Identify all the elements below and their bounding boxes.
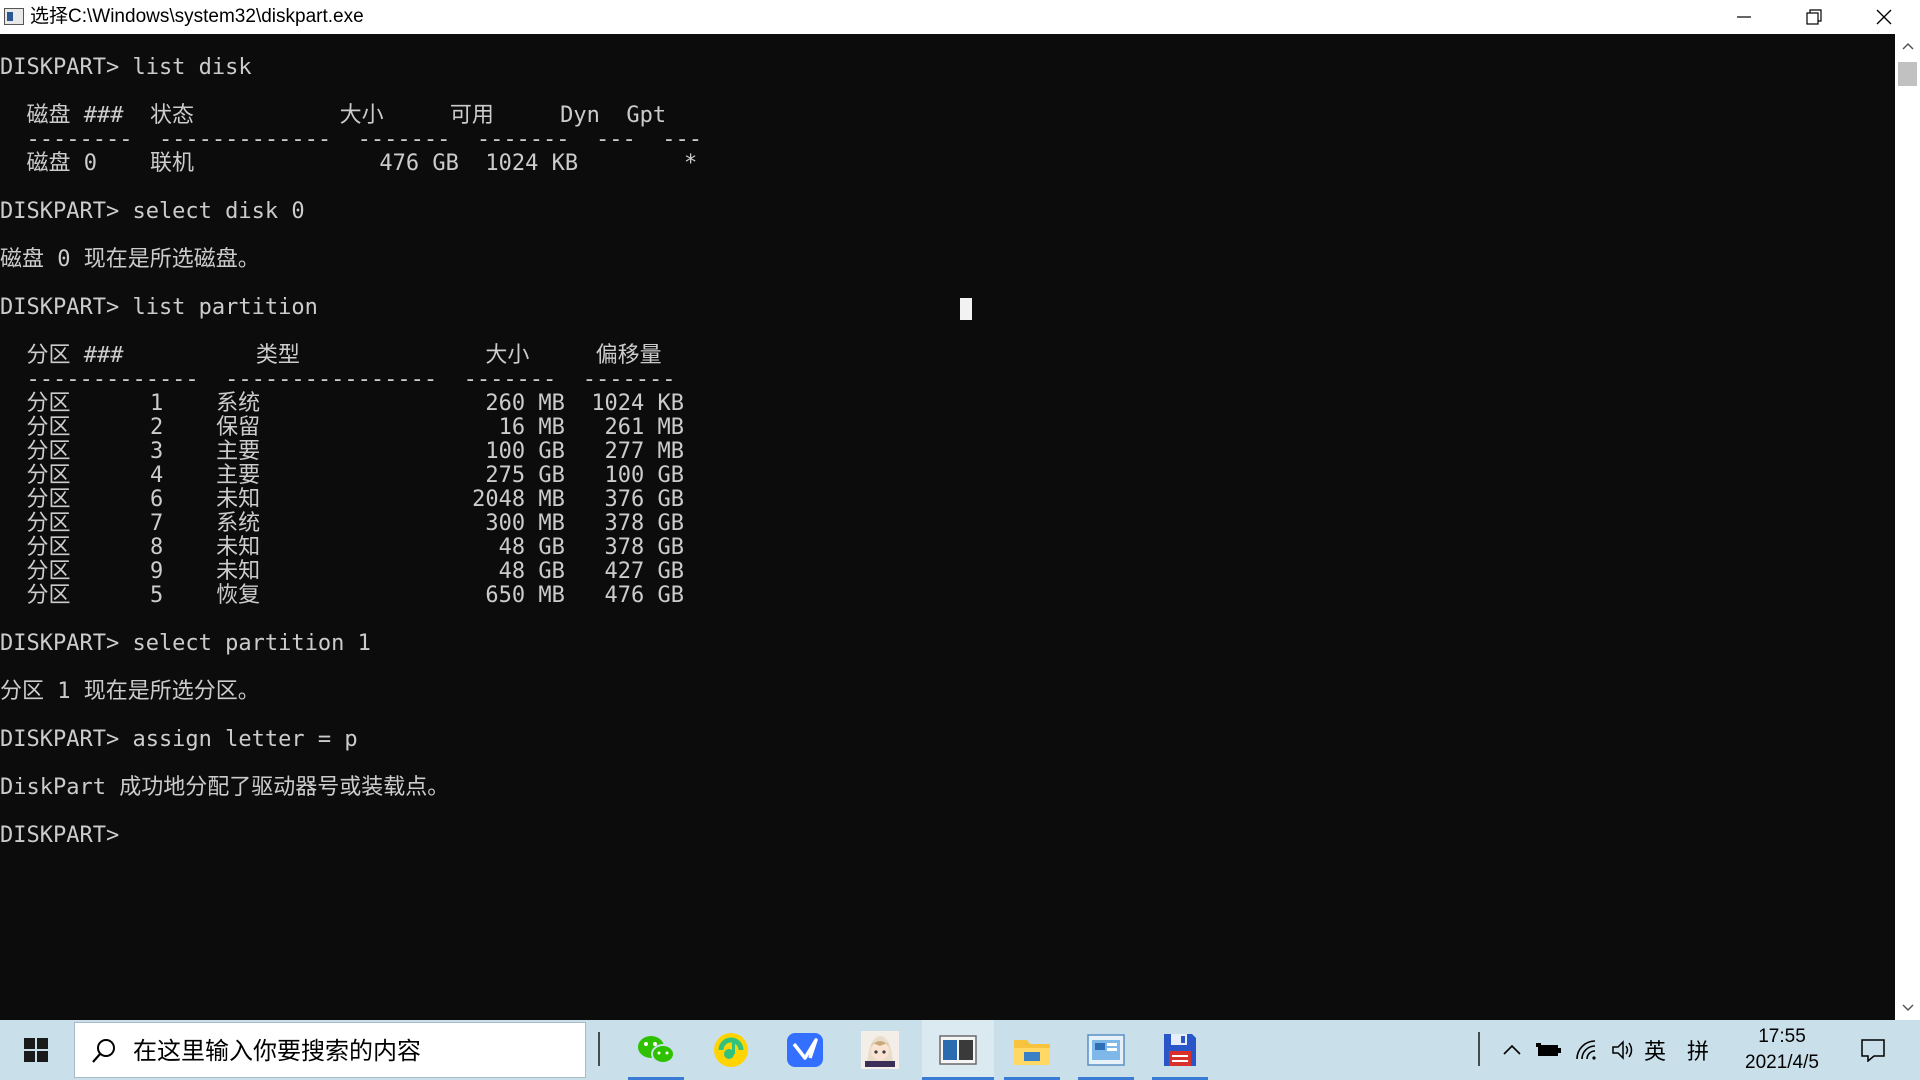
scroll-up-button[interactable] bbox=[1895, 34, 1920, 58]
console-line: 分区 ### 类型 大小 偏移量 bbox=[0, 343, 662, 368]
console-area[interactable]: DISKPART> list disk 磁盘 ### 状态 大小 可用 Dyn … bbox=[0, 34, 1895, 1020]
show-hidden-icons-button[interactable] bbox=[1498, 1020, 1526, 1080]
console-line: DISKPART> list disk bbox=[0, 55, 252, 80]
console-line: 磁盘 0 现在是所选磁盘。 bbox=[0, 247, 260, 272]
chevron-up-icon bbox=[1901, 42, 1914, 50]
close-icon bbox=[1876, 9, 1892, 25]
minimize-button[interactable] bbox=[1710, 0, 1778, 34]
search-icon bbox=[92, 1039, 115, 1063]
console-line: 分区 5 恢复 650 MB 476 GB bbox=[0, 583, 685, 608]
tray-separator bbox=[1478, 1032, 1480, 1066]
search-placeholder: 在这里输入你要搜索的内容 bbox=[133, 1038, 421, 1065]
clock[interactable]: 17:55 2021/4/5 bbox=[1730, 1024, 1834, 1076]
taskbar-app-disk-tool[interactable] bbox=[1148, 1020, 1212, 1080]
console-app-icon[interactable] bbox=[4, 8, 24, 25]
taskbar-app-control-panel[interactable] bbox=[1074, 1020, 1138, 1080]
console-line: 分区 2 保留 16 MB 261 MB bbox=[0, 415, 685, 440]
console-line: 磁盘 0 联机 476 GB 1024 KB * bbox=[0, 151, 698, 176]
console-line: DiskPart 成功地分配了驱动器号或装载点。 bbox=[0, 775, 450, 800]
start-button[interactable] bbox=[0, 1020, 72, 1080]
anime-avatar-icon bbox=[861, 1031, 899, 1069]
clock-time: 17:55 bbox=[1758, 1026, 1806, 1047]
taskbar-app-qq-music[interactable] bbox=[699, 1020, 763, 1080]
console-line: DISKPART> select disk 0 bbox=[0, 199, 305, 224]
console-line: ------------- ---------------- ------- -… bbox=[0, 367, 676, 392]
console-line: -------- ------------- ------- ------- -… bbox=[0, 127, 702, 152]
feishu-icon bbox=[787, 1033, 823, 1067]
file-explorer-icon bbox=[1014, 1040, 1050, 1065]
notification-icon bbox=[1861, 1039, 1885, 1062]
wechat-icon bbox=[638, 1036, 675, 1064]
ime-mode-indicator[interactable]: 拼 bbox=[1683, 1020, 1713, 1080]
title-bar[interactable]: 选择C:\Windows\system32\diskpart.exe bbox=[0, 0, 1920, 34]
chevron-down-icon bbox=[1901, 1004, 1914, 1012]
minimize-icon bbox=[1737, 16, 1751, 18]
vertical-scrollbar[interactable] bbox=[1895, 34, 1920, 1020]
clock-date: 2021/4/5 bbox=[1745, 1052, 1819, 1073]
scroll-down-button[interactable] bbox=[1895, 996, 1920, 1020]
console-line: 分区 1 现在是所选分区。 bbox=[0, 679, 260, 704]
task-view-separator bbox=[598, 1032, 600, 1066]
window-title: 选择C:\Windows\system32\diskpart.exe bbox=[30, 6, 364, 27]
speaker-icon bbox=[1612, 1040, 1633, 1060]
console-line: 分区 9 未知 48 GB 427 GB bbox=[0, 559, 685, 584]
action-center-button[interactable] bbox=[1845, 1020, 1901, 1080]
console-line: 分区 3 主要 100 GB 277 MB bbox=[0, 439, 685, 464]
taskbar: 在这里输入你要搜索的内容 英 拼 17:55 2021/4/5 bbox=[0, 1020, 1920, 1080]
console-line: DISKPART> assign letter = p bbox=[0, 727, 358, 752]
taskbar-app-wechat[interactable] bbox=[624, 1020, 688, 1080]
console-line: DISKPART> select partition 1 bbox=[0, 631, 371, 656]
console-output: DISKPART> list disk 磁盘 ### 状态 大小 可用 Dyn … bbox=[0, 56, 702, 848]
qq-music-icon bbox=[714, 1033, 748, 1067]
console-line: 磁盘 ### 状态 大小 可用 Dyn Gpt bbox=[0, 103, 667, 128]
battery-icon bbox=[1536, 1043, 1561, 1056]
wifi-icon bbox=[1576, 1040, 1596, 1060]
network-status[interactable] bbox=[1570, 1020, 1604, 1080]
console-line: 分区 1 系统 260 MB 1024 KB bbox=[0, 391, 685, 416]
taskbar-app-cmd[interactable] bbox=[922, 1020, 994, 1080]
floppy-disk-icon bbox=[1164, 1034, 1196, 1066]
console-line: 分区 4 主要 275 GB 100 GB bbox=[0, 463, 685, 488]
console-line: 分区 8 未知 48 GB 378 GB bbox=[0, 535, 685, 560]
chevron-up-icon bbox=[1503, 1044, 1521, 1055]
control-panel-icon bbox=[1087, 1034, 1125, 1066]
taskbar-app-file-explorer[interactable] bbox=[1000, 1020, 1064, 1080]
cmd-icon bbox=[939, 1035, 977, 1065]
windows-logo-icon bbox=[24, 1038, 48, 1062]
console-line: 分区 6 未知 2048 MB 376 GB bbox=[0, 487, 685, 512]
scrollbar-thumb[interactable] bbox=[1898, 62, 1917, 86]
volume-control[interactable] bbox=[1606, 1020, 1640, 1080]
restore-button[interactable] bbox=[1780, 0, 1848, 34]
text-cursor bbox=[960, 298, 972, 320]
ime-language-indicator[interactable]: 英 bbox=[1640, 1020, 1670, 1080]
restore-icon bbox=[1806, 9, 1822, 25]
taskbar-search-box[interactable]: 在这里输入你要搜索的内容 bbox=[74, 1022, 586, 1078]
console-line: DISKPART> bbox=[0, 823, 133, 848]
taskbar-app-feishu[interactable] bbox=[773, 1020, 837, 1080]
battery-status[interactable] bbox=[1532, 1020, 1566, 1080]
console-line: DISKPART> list partition bbox=[0, 295, 318, 320]
console-line: 分区 7 系统 300 MB 378 GB bbox=[0, 511, 685, 536]
taskbar-app-anime-avatar[interactable] bbox=[848, 1020, 912, 1080]
close-button[interactable] bbox=[1850, 0, 1918, 34]
